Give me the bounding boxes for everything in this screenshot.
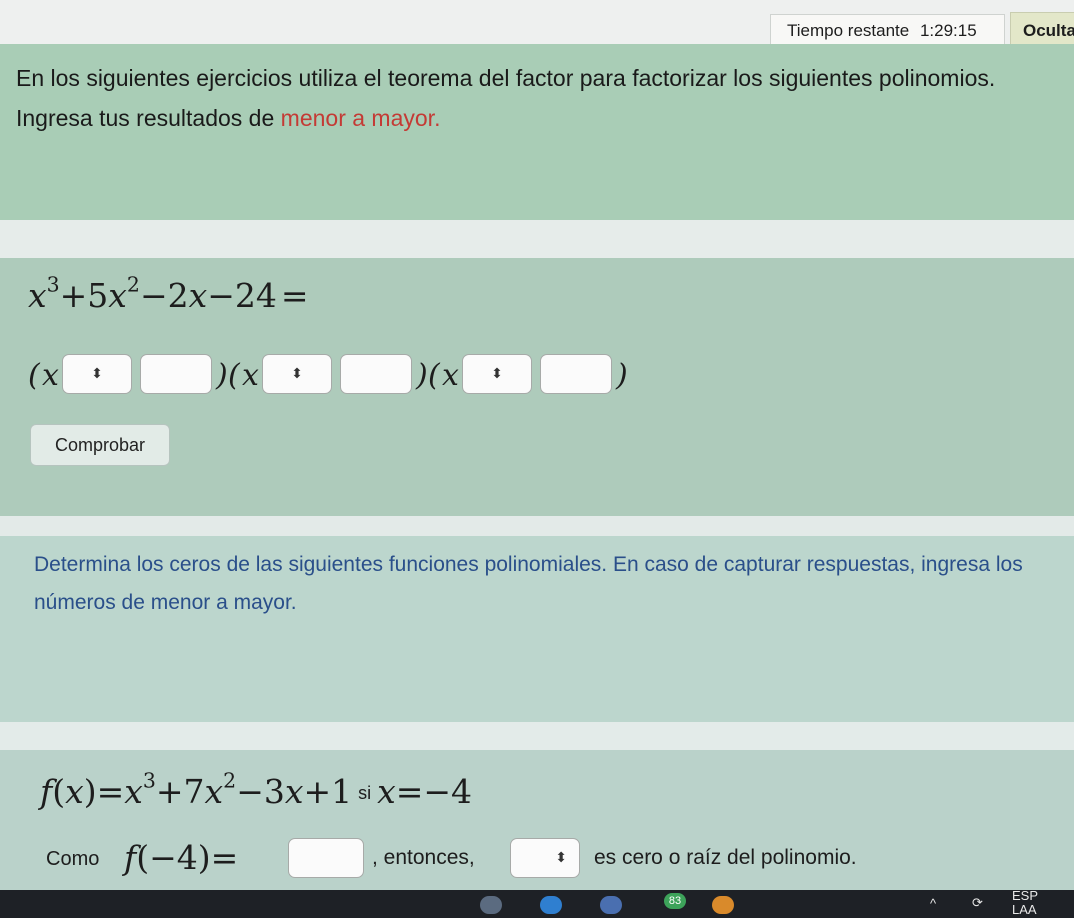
evaluation-expression: f(−4)= (124, 838, 238, 877)
close-paren: ) (83, 772, 97, 811)
operator: + (59, 276, 88, 315)
keyboard-layout-indicator[interactable]: LAA (1012, 902, 1037, 917)
variable: x (65, 772, 84, 811)
factor-value-input-1[interactable] (140, 354, 212, 394)
app-icon[interactable] (712, 896, 734, 914)
exponent: 2 (126, 272, 140, 297)
sign-select-2[interactable]: ⬍ (262, 354, 332, 394)
instruction-panel-factor: En los siguientes ejercicios utiliza el … (0, 44, 1074, 220)
divider (0, 516, 1074, 536)
app-icon[interactable] (600, 896, 622, 914)
exponent: 3 (46, 272, 60, 297)
open-paren: ( (228, 358, 240, 393)
term-x: x (108, 276, 127, 315)
argument: −4 (149, 838, 198, 877)
operator: − (139, 276, 168, 315)
open-paren: ( (136, 838, 150, 877)
constant: 24 (234, 276, 277, 315)
sign-select-1[interactable]: ⬍ (62, 354, 132, 394)
equals-sign: = (96, 772, 125, 811)
equals-sign: = (210, 838, 239, 877)
sync-icon[interactable]: ⟳ (972, 895, 983, 911)
operator: + (303, 772, 332, 811)
divider (0, 722, 1074, 750)
open-paren: ( (52, 772, 66, 811)
entonces-text: , entonces, (372, 846, 475, 869)
select-arrow-icon: ⬍ (91, 366, 103, 382)
equals-sign: = (395, 772, 424, 811)
term-x: x (28, 276, 47, 315)
como-label: Como (46, 848, 100, 870)
app-icon[interactable] (540, 896, 562, 914)
factor-value-input-3[interactable] (540, 354, 612, 394)
conclusion-text: es cero o raíz del polinomio. (594, 846, 857, 869)
evaluation-answer-input[interactable] (288, 838, 364, 878)
coefficient: 3 (263, 772, 285, 811)
coefficient: 7 (183, 772, 205, 811)
term-x: x (188, 276, 208, 315)
language-indicator[interactable]: ESP (1012, 888, 1038, 903)
function-expression: f(x)=x3+7x2−3x+1 si x=−4 (40, 768, 473, 811)
si-label: si (358, 783, 372, 803)
select-arrow-icon: ⬍ (491, 366, 503, 382)
coefficient: 5 (87, 276, 109, 315)
exponent: 2 (223, 768, 237, 793)
instruction-text-factor: En los siguientes ejercicios utiliza el … (16, 58, 1056, 138)
close-paren: ) (216, 358, 228, 393)
function-name: f (40, 772, 53, 811)
function-name: f (124, 838, 137, 877)
select-arrow-icon: ⬍ (291, 366, 303, 382)
problem-panel-zeros: f(x)=x3+7x2−3x+1 si x=−4 Como f(−4)= , ent… (0, 750, 1074, 890)
factor-variable: x (242, 358, 259, 393)
select-arrow-icon: ⬍ (555, 850, 567, 866)
open-paren: ( (28, 358, 40, 393)
sign-select-3[interactable]: ⬍ (462, 354, 532, 394)
instruction-highlight: menor a mayor. (280, 105, 441, 131)
equals-sign: = (280, 276, 309, 315)
app-icon[interactable] (480, 896, 502, 914)
timer-label: Tiempo restante (787, 21, 910, 40)
term-x: x (124, 772, 143, 811)
close-paren: ) (197, 838, 211, 877)
divider (0, 220, 1074, 258)
root-select[interactable]: ⬍ (510, 838, 580, 878)
taskbar: 83 ^ ⟳ ESP LAA (0, 888, 1074, 918)
polynomial-expression: x3+5x2−2x−24 = (28, 272, 309, 315)
timer-value: 1:29:15 (919, 21, 977, 40)
instruction-panel-zeros: Determina los ceros de las siguientes fu… (0, 536, 1074, 722)
term-x: x (284, 772, 304, 811)
coefficient: 2 (167, 276, 189, 315)
factor-variable: x (442, 358, 459, 393)
open-paren: ( (428, 358, 440, 393)
chevron-up-icon[interactable]: ^ (930, 896, 936, 911)
operator: − (207, 276, 235, 315)
constant: 1 (331, 772, 353, 811)
exponent: 3 (142, 768, 156, 793)
problem-panel-factor: x3+5x2−2x−24 = ( x ⬍ ) ( x ⬍ ) ( x ⬍ ) Co… (0, 258, 1074, 516)
variable: x (377, 772, 396, 811)
term-x: x (204, 772, 224, 811)
evaluation-row: Como f(−4)= , entonces, ⬍ es cero o raíz… (46, 834, 1046, 882)
notification-badge: 83 (664, 893, 686, 909)
close-paren: ) (416, 358, 428, 393)
check-button[interactable]: Comprobar (30, 424, 170, 466)
factor-variable: x (42, 358, 59, 393)
top-bar: Tiempo restante 1:29:15 Oculta (0, 0, 1074, 50)
factor-value-input-2[interactable] (340, 354, 412, 394)
instruction-text-zeros: Determina los ceros de las siguientes fu… (34, 553, 1023, 614)
operator: − (236, 772, 264, 811)
operator: + (155, 772, 184, 811)
x-value: −4 (423, 772, 473, 811)
instruction-main: En los siguientes ejercicios utiliza el … (16, 65, 996, 131)
close-paren: ) (616, 358, 628, 393)
timer-display: Tiempo restante 1:29:15 (770, 14, 1005, 48)
